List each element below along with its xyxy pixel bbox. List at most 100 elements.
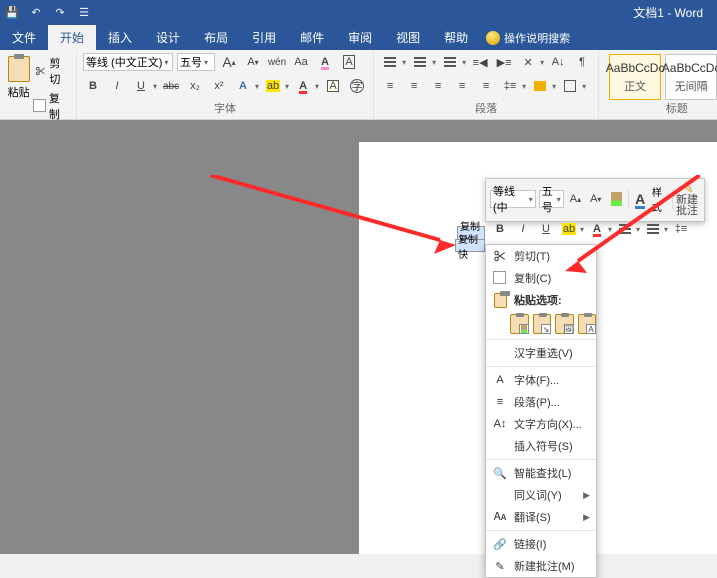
translate-icon: 🗛 bbox=[492, 509, 508, 525]
align-left-icon[interactable]: ≡ bbox=[380, 76, 400, 96]
tab-review[interactable]: 审阅 bbox=[336, 25, 384, 50]
ctx-copy[interactable]: 复制(C) bbox=[486, 267, 596, 289]
ctx-cut[interactable]: 剪切(T) bbox=[486, 245, 596, 267]
clipboard-icon bbox=[492, 292, 508, 308]
mini-format-painter-icon[interactable] bbox=[607, 189, 624, 209]
superscript-icon[interactable]: x² bbox=[209, 76, 229, 96]
ctx-smart-lookup[interactable]: 🔍智能查找(L) bbox=[486, 462, 596, 484]
ctx-synonyms[interactable]: 同义词(Y)▶ bbox=[486, 484, 596, 506]
mini-highlight-icon[interactable]: ab bbox=[559, 219, 579, 239]
paste-text-only-icon[interactable]: A bbox=[578, 314, 597, 334]
border-char-icon[interactable]: A bbox=[339, 52, 359, 72]
save-icon[interactable]: 💾 bbox=[4, 5, 20, 21]
grow-font-icon[interactable]: A▴ bbox=[219, 52, 239, 72]
borders-icon[interactable] bbox=[560, 76, 580, 96]
ctx-link[interactable]: 🔗链接(I) bbox=[486, 533, 596, 555]
ctx-font[interactable]: A字体(F)... bbox=[486, 369, 596, 391]
phonetic-guide-icon[interactable]: wén bbox=[267, 52, 287, 72]
justify-icon[interactable]: ≡ bbox=[452, 76, 472, 96]
mini-size-combo[interactable]: 五号▾ bbox=[539, 190, 564, 208]
style-no-spacing[interactable]: AaBbCcDc 无间隔 bbox=[665, 54, 717, 100]
text-effects-icon[interactable]: A bbox=[233, 76, 253, 96]
tab-design[interactable]: 设计 bbox=[144, 25, 192, 50]
redo-icon[interactable]: ↷ bbox=[52, 5, 68, 21]
show-marks-icon[interactable]: ¶ bbox=[572, 52, 592, 72]
tell-me[interactable]: 操作说明搜索 bbox=[486, 25, 570, 50]
mini-grow-icon[interactable]: A▴ bbox=[567, 189, 584, 209]
chevron-right-icon: ▶ bbox=[583, 490, 590, 501]
context-menu: 剪切(T) 复制(C) 粘贴选项: ↘ 🖼 A 汉字重选(V) A字体(F)..… bbox=[485, 244, 597, 578]
copy-icon bbox=[35, 101, 46, 112]
ctx-translate[interactable]: 🗛翻译(S)▶ bbox=[486, 506, 596, 528]
clear-format-icon[interactable]: A bbox=[315, 52, 335, 72]
multilevel-icon[interactable] bbox=[440, 52, 460, 72]
distributed-icon[interactable]: ≡ bbox=[476, 76, 496, 96]
ctx-insert-symbol[interactable]: 插入符号(S) bbox=[486, 435, 596, 457]
font-color-icon[interactable]: A bbox=[293, 76, 313, 96]
clipboard-icon bbox=[8, 56, 30, 82]
tab-mailings[interactable]: 邮件 bbox=[288, 25, 336, 50]
underline-icon[interactable]: U bbox=[131, 76, 151, 96]
mini-bullets-icon[interactable] bbox=[615, 219, 635, 239]
mini-underline-icon[interactable]: U bbox=[536, 219, 556, 239]
subscript-icon[interactable]: x₂ bbox=[185, 76, 205, 96]
mini-spacing-icon[interactable]: ‡≡ bbox=[671, 219, 691, 239]
font-size-combo[interactable]: 五号▾ bbox=[177, 53, 215, 71]
tab-home[interactable]: 开始 bbox=[48, 25, 96, 50]
font-name-combo[interactable]: 等线 (中文正文)▾ bbox=[83, 53, 173, 71]
mini-font-combo[interactable]: 等线 (中▾ bbox=[490, 190, 536, 208]
ctx-new-comment[interactable]: ✎新建批注(M) bbox=[486, 555, 596, 577]
strike-icon[interactable]: abc bbox=[161, 76, 181, 96]
tab-insert[interactable]: 插入 bbox=[96, 25, 144, 50]
highlight-icon[interactable]: ab bbox=[263, 76, 283, 96]
paste-merge-format-icon[interactable]: ↘ bbox=[533, 314, 552, 334]
mini-bold-icon[interactable]: B bbox=[490, 219, 510, 239]
undo-icon[interactable]: ↶ bbox=[28, 5, 44, 21]
bold-icon[interactable]: B bbox=[83, 76, 103, 96]
tab-help[interactable]: 帮助 bbox=[432, 25, 480, 50]
paste-keep-source-icon[interactable] bbox=[510, 314, 529, 334]
copy-button[interactable]: 复制 bbox=[35, 90, 70, 122]
selected-text-line2[interactable]: 复制快 bbox=[455, 239, 485, 252]
numbering-icon[interactable] bbox=[410, 52, 430, 72]
mini-styles-icon[interactable]: A bbox=[632, 189, 649, 209]
cut-button[interactable]: 剪切 bbox=[35, 55, 70, 87]
indent-inc-icon[interactable]: ▶≡ bbox=[494, 52, 514, 72]
asian-layout-icon[interactable]: ✕ bbox=[518, 52, 538, 72]
ctx-text-direction[interactable]: A↕文字方向(X)... bbox=[486, 413, 596, 435]
mini-italic-icon[interactable]: I bbox=[513, 219, 533, 239]
indent-dec-icon[interactable]: ≡◀ bbox=[470, 52, 490, 72]
sort-icon[interactable]: A↓ bbox=[548, 52, 568, 72]
tab-file[interactable]: 文件 bbox=[0, 25, 48, 50]
italic-icon[interactable]: I bbox=[107, 76, 127, 96]
enclose-char-icon[interactable]: 字 bbox=[347, 76, 367, 96]
tab-layout[interactable]: 布局 bbox=[192, 25, 240, 50]
mini-toolbar: 等线 (中▾ 五号▾ A▴ A▾ A 样式 ✎ 新建批注 B I U ab▾ A… bbox=[485, 178, 705, 222]
line-spacing-icon[interactable]: ‡≡ bbox=[500, 76, 520, 96]
group-label: 字体 bbox=[83, 100, 367, 117]
separator bbox=[486, 530, 596, 531]
touch-mode-icon[interactable]: ☰ bbox=[76, 5, 92, 21]
group-paragraph: ▾ ▾ ▾ ≡◀ ▶≡ ✕▾ A↓ ¶ ≡ ≡ ≡ ≡ ≡ ‡≡▾ ▾ ▾ 段落 bbox=[374, 50, 599, 119]
ctx-paragraph[interactable]: ≡段落(P)... bbox=[486, 391, 596, 413]
paste-options-row: ↘ 🖼 A bbox=[486, 311, 596, 337]
style-normal[interactable]: AaBbCcDc 正文 bbox=[609, 54, 661, 100]
align-right-icon[interactable]: ≡ bbox=[428, 76, 448, 96]
char-shading-icon[interactable]: A bbox=[323, 76, 343, 96]
shrink-font-icon[interactable]: A▾ bbox=[243, 52, 263, 72]
paste-picture-icon[interactable]: 🖼 bbox=[555, 314, 574, 334]
change-case-icon[interactable]: Aa bbox=[291, 52, 311, 72]
link-icon: 🔗 bbox=[492, 536, 508, 552]
ctx-reconvert[interactable]: 汉字重选(V) bbox=[486, 342, 596, 364]
mini-shrink-icon[interactable]: A▾ bbox=[587, 189, 604, 209]
mini-fontcolor-icon[interactable]: A bbox=[587, 219, 607, 239]
bullets-icon[interactable] bbox=[380, 52, 400, 72]
align-center-icon[interactable]: ≡ bbox=[404, 76, 424, 96]
mini-new-comment[interactable]: ✎ 新建批注 bbox=[676, 181, 700, 217]
tab-view[interactable]: 视图 bbox=[384, 25, 432, 50]
tab-references[interactable]: 引用 bbox=[240, 25, 288, 50]
shading-icon[interactable] bbox=[530, 76, 550, 96]
ribbon-tabs: 文件 开始 插入 设计 布局 引用 邮件 审阅 视图 帮助 操作说明搜索 bbox=[0, 25, 717, 50]
search-icon: 🔍 bbox=[492, 465, 508, 481]
mini-numbering-icon[interactable] bbox=[643, 219, 663, 239]
